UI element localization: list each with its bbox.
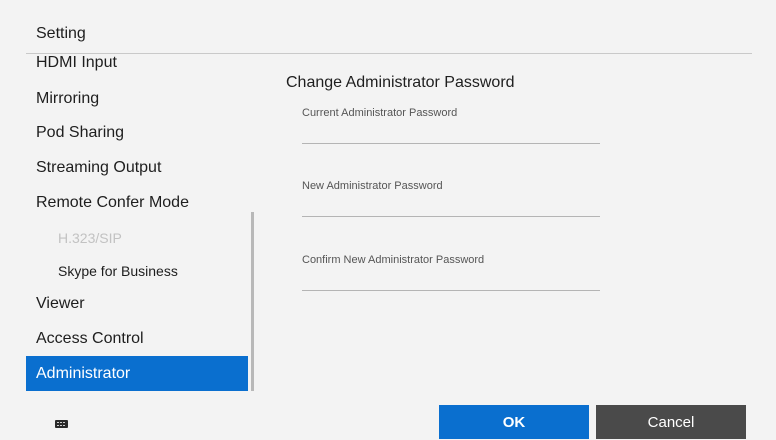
sidebar-item-skype-for-business[interactable]: Skype for Business [26, 253, 248, 289]
confirm-password-field: Confirm New Administrator Password [302, 254, 600, 294]
sidebar-item-label: Administrator [36, 365, 131, 382]
sidebar-item-pod-sharing[interactable]: Pod Sharing [26, 115, 248, 151]
new-password-field: New Administrator Password [302, 180, 600, 220]
sidebar[interactable]: HDMI Input Mirroring Pod Sharing Streami… [26, 54, 252, 391]
sidebar-item-access-control[interactable]: Access Control [26, 321, 248, 357]
cancel-button[interactable]: Cancel [596, 405, 746, 439]
sidebar-item-label: H.323/SIP [58, 230, 122, 246]
confirm-password-label: Confirm New Administrator Password [302, 254, 485, 266]
sidebar-item-remote-confer-mode[interactable]: Remote Confer Mode [26, 185, 248, 221]
sidebar-item-label: Viewer [36, 295, 85, 312]
panel-title: Change Administrator Password [286, 74, 515, 91]
title-bar: Setting [0, 0, 776, 52]
sidebar-item-label: Mirroring [36, 90, 100, 107]
sidebar-item-hdmi-input[interactable]: HDMI Input [26, 54, 248, 81]
current-password-field: Current Administrator Password [302, 107, 600, 147]
sidebar-item-label: Access Control [36, 330, 144, 347]
sidebar-item-label: Streaming Output [36, 159, 162, 176]
sidebar-item-administrator[interactable]: Administrator [26, 356, 248, 391]
current-password-label: Current Administrator Password [302, 107, 458, 119]
ok-button[interactable]: OK [439, 405, 589, 439]
current-password-input[interactable] [302, 121, 600, 144]
sidebar-item-h323-sip: H.323/SIP [26, 220, 248, 256]
sidebar-scrollbar[interactable] [251, 212, 254, 391]
window-title: Setting [36, 25, 86, 42]
sidebar-item-label: Remote Confer Mode [36, 194, 189, 211]
sidebar-item-label: HDMI Input [36, 54, 117, 71]
new-password-input[interactable] [302, 194, 600, 217]
sidebar-item-label: Pod Sharing [36, 124, 125, 141]
confirm-password-input[interactable] [302, 268, 600, 291]
sidebar-item-label: Skype for Business [58, 263, 178, 279]
new-password-label: New Administrator Password [302, 180, 443, 192]
sidebar-item-streaming-output[interactable]: Streaming Output [26, 150, 248, 186]
sidebar-item-viewer[interactable]: Viewer [26, 286, 248, 322]
keyboard-icon[interactable] [55, 420, 68, 428]
sidebar-item-mirroring[interactable]: Mirroring [26, 81, 248, 117]
